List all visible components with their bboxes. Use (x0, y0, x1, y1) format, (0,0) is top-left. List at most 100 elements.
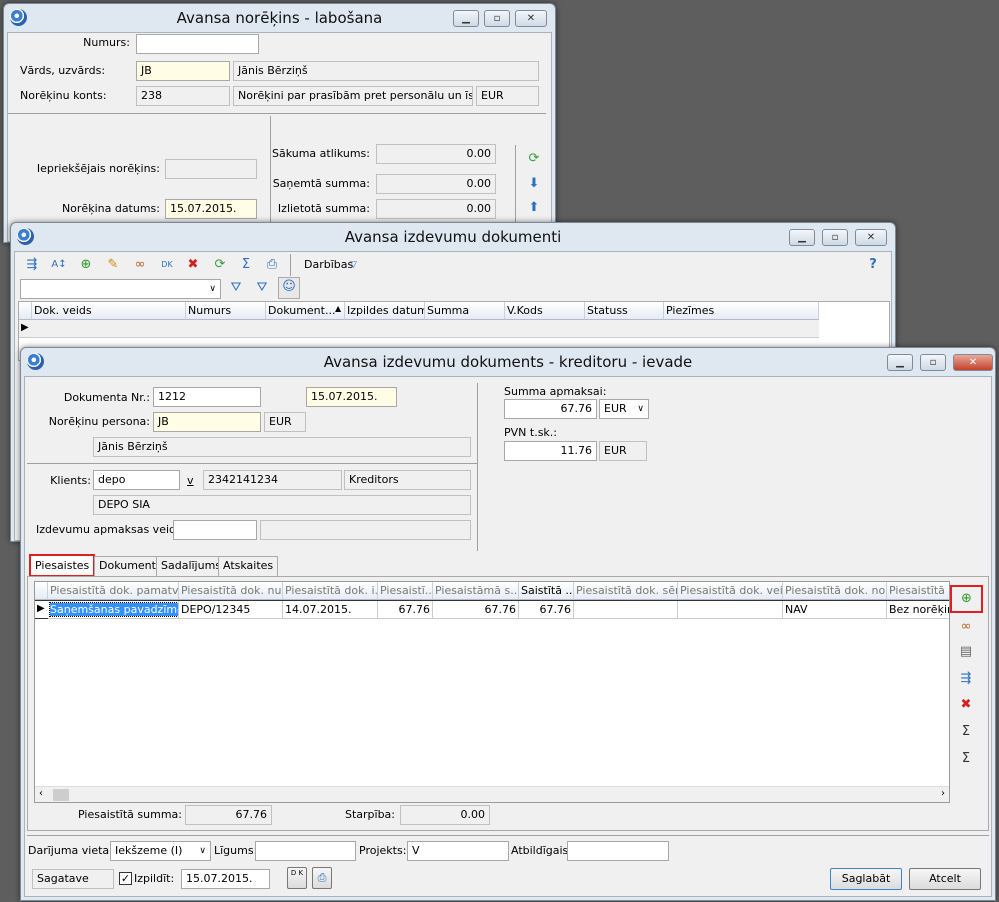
filter-icon[interactable]: ⛛ (227, 279, 245, 297)
save-button[interactable]: Saglabāt (830, 868, 902, 890)
table-row[interactable]: ▶ Saņemšanas pavadzīme DEPO/12345 14.07.… (35, 600, 949, 619)
column-header[interactable]: Dokument... (266, 302, 345, 320)
konts-desc-field: Norēķini par prasībām pret personālu un … (233, 86, 473, 106)
darijuma-select[interactable]: Iekšzeme (I) ∨ (110, 841, 211, 861)
summa-currency-select[interactable]: EUR ∨ (599, 399, 649, 419)
maximize-button[interactable]: ▫ (822, 229, 848, 246)
horizontal-scrollbar[interactable]: ‹ › (35, 786, 949, 802)
dk-filter-icon[interactable]: DK (158, 256, 176, 274)
summa-input[interactable]: 67.76 (504, 399, 597, 419)
doc-date-input[interactable]: 15.07.2015. (306, 387, 397, 407)
klients-type-field: Kreditors (344, 470, 471, 490)
atbildigais-input[interactable] (567, 841, 669, 861)
print-icon[interactable]: ⎙ (263, 256, 281, 274)
doknr-input[interactable]: 1212 (153, 387, 261, 407)
chevron-down-icon[interactable]: ▽ (350, 256, 357, 274)
cell-value-selected[interactable]: Saņemšanas pavadzīme (49, 602, 178, 617)
table-cell[interactable]: NAV (783, 601, 887, 619)
datums-input[interactable]: 15.07.2015. (165, 199, 257, 219)
maximize-button[interactable]: ▫ (920, 354, 946, 371)
refresh-icon[interactable]: ⟳ (211, 256, 229, 274)
sort-az-icon[interactable]: A↕ (50, 256, 68, 274)
filter-select[interactable]: ∨ (20, 279, 221, 299)
view-glasses-icon[interactable]: ∞ (131, 256, 149, 274)
column-header[interactable]: V.Kods (505, 302, 585, 320)
dk-button[interactable]: D K (287, 867, 307, 889)
help-icon[interactable]: ? (864, 256, 882, 274)
klients-lookup-link[interactable]: v (187, 472, 194, 490)
column-header[interactable]: Piesaistītā dok. no... (783, 582, 887, 600)
klients-input[interactable]: depo (93, 470, 180, 490)
pvn-input[interactable]: 11.76 (504, 441, 597, 461)
projekts-input[interactable]: V (407, 841, 509, 861)
refresh-icon[interactable]: ⟳ (525, 150, 543, 168)
table-cell[interactable]: 67.76 (519, 601, 574, 619)
minimize-button[interactable]: ▁ (453, 10, 479, 27)
column-header[interactable]: Summa (425, 302, 505, 320)
add-link-icon[interactable]: ⊕ (950, 585, 983, 613)
delete-icon[interactable]: ✖ (184, 256, 202, 274)
table-cell[interactable]: 67.76 (433, 601, 519, 619)
table-cell[interactable]: Bez norēķinu (887, 601, 949, 619)
column-header[interactable]: Statuss (585, 302, 664, 320)
numurs-input[interactable] (136, 34, 259, 54)
ligums-input[interactable] (255, 841, 356, 861)
close-button[interactable]: ✕ (855, 229, 887, 246)
persona-currency-field: EUR (264, 412, 306, 432)
table-cell[interactable] (678, 601, 783, 619)
apm-input[interactable] (173, 520, 257, 540)
tab-sadalijums[interactable]: Sadalījums (156, 556, 227, 576)
sum-down-icon[interactable]: Σ (957, 750, 975, 768)
izpildit-date-input[interactable]: 15.07.2015. (181, 869, 270, 889)
close-button[interactable]: ✕ (953, 354, 993, 371)
scrollbar-thumb[interactable] (53, 789, 69, 801)
user-filter-icon[interactable]: ☺ (278, 277, 300, 299)
column-header[interactable]: Dok. veids (32, 302, 186, 320)
table-cell[interactable] (574, 601, 678, 619)
delete-icon[interactable]: ✖ (957, 696, 975, 714)
column-header[interactable]: Piesaistītā dok. nu... (179, 582, 283, 600)
column-header[interactable]: Numurs (186, 302, 266, 320)
apm-label: Izdevumu apmaksas veids: (36, 523, 186, 536)
minimize-button[interactable]: ▁ (887, 354, 913, 371)
sum-up-icon[interactable]: Σ (957, 723, 975, 741)
column-header[interactable]: Izpildes datums (345, 302, 425, 320)
sum-icon[interactable]: Σ (237, 256, 255, 274)
edit-icon[interactable]: ✎ (104, 256, 122, 274)
column-header[interactable]: Piesaistītā dok. i... (283, 582, 378, 600)
table-cell[interactable]: 67.76 (378, 601, 433, 619)
add-document-icon[interactable]: ⊕ (77, 256, 95, 274)
table-cell[interactable]: DEPO/12345 (179, 601, 283, 619)
column-header[interactable]: Piesaistītā dok. vei... (678, 582, 783, 600)
filter-advanced-icon[interactable]: ⛛ (253, 279, 271, 297)
import-down-icon[interactable]: ⬇ (525, 175, 543, 193)
izpildit-checkbox[interactable]: ✓ (119, 872, 132, 885)
view-glasses-icon[interactable]: ∞ (957, 618, 975, 636)
column-header[interactable]: Piezīmes (664, 302, 819, 320)
actions-menu[interactable]: Darbības (304, 256, 353, 274)
column-header[interactable]: Saistītā ... (519, 582, 574, 600)
cancel-button[interactable]: Atcelt (909, 868, 981, 890)
column-header[interactable]: Piesaistī... (378, 582, 433, 600)
table-row[interactable]: ▶ (19, 320, 819, 338)
list-import-icon[interactable]: ⇶ (957, 670, 975, 688)
document-icon[interactable]: ▤ (957, 643, 975, 661)
scroll-right-icon[interactable]: › (941, 788, 945, 799)
export-up-icon[interactable]: ⬆ (525, 199, 543, 217)
scroll-left-icon[interactable]: ‹ (39, 788, 43, 799)
minimize-button[interactable]: ▁ (789, 229, 815, 246)
table-cell[interactable]: 14.07.2015. (283, 601, 378, 619)
tab-piesaistes[interactable]: Piesaistes (29, 554, 96, 577)
print-button[interactable]: ⎙ (312, 867, 332, 889)
column-header[interactable]: Piesaistītā dok. pamatv... (48, 582, 179, 600)
column-header[interactable]: Piesaistāmā s... (433, 582, 519, 600)
list-import-icon[interactable]: ⇶ (23, 256, 41, 274)
column-header[interactable]: Piesaistītā d (887, 582, 949, 600)
tab-atskaites[interactable]: Atskaites (218, 556, 279, 576)
column-header[interactable]: Piesaistītā dok. sērija (574, 582, 678, 600)
starpiba-field: 0.00 (400, 805, 490, 825)
close-button[interactable]: ✕ (515, 10, 547, 27)
vards-code-input[interactable]: JB (136, 61, 230, 81)
persona-input[interactable]: JB (153, 412, 261, 432)
maximize-button[interactable]: ▫ (484, 10, 510, 27)
